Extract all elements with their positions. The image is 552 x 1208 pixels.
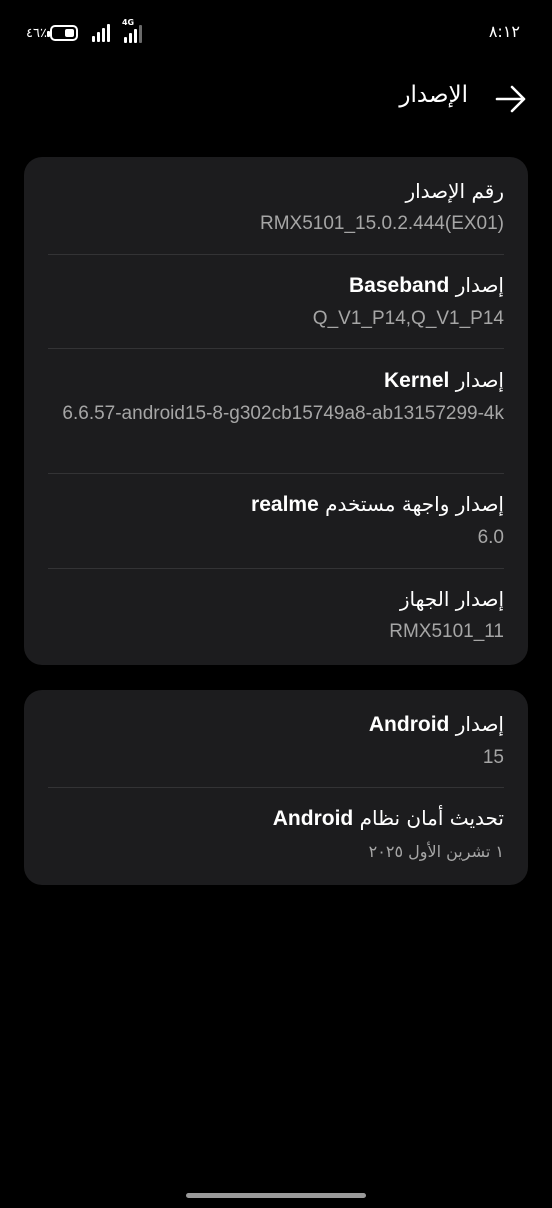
status-bar: ٤٦٪ 4G ٨:١٢ (0, 0, 552, 68)
battery-percent: ٤٦٪ (26, 25, 47, 41)
row-title: إصدار Android (368, 712, 504, 736)
hardware-version-row[interactable]: إصدار الجهاز RMX5101_11 (48, 585, 504, 647)
mobile-data-icon: 4G (122, 18, 142, 43)
network-type-label: 4G (121, 18, 135, 27)
row-title: إصدار Kernel (384, 368, 504, 392)
android-version-value: 15 (482, 747, 504, 768)
divider (48, 473, 504, 474)
kernel-version-value: 6.6.57-android15-8-g302cb15749a8-ab13157… (62, 403, 504, 424)
signal-icon (91, 24, 110, 42)
security-update-row[interactable]: تحديث أمان نظام Android ١ تشرين الأول ٢٠… (48, 804, 504, 867)
kernel-version-row[interactable]: إصدار Kernel 6.6.57-android15-8-g302cb15… (48, 366, 504, 429)
ui-version-value: 6.0 (477, 527, 504, 548)
row-title: إصدار واجهة مستخدم realme (251, 492, 504, 516)
home-indicator[interactable] (186, 1193, 366, 1198)
hardware-version-value: RMX5101_11 (389, 621, 504, 642)
build-number-row[interactable]: رقم الإصدار RMX5101_15.0.2.444(EX01) (48, 177, 504, 239)
ui-version-row[interactable]: إصدار واجهة مستخدم realme 6.0 (48, 490, 504, 553)
page-title: الإصدار (399, 82, 468, 108)
row-title: تحديث أمان نظام Android (272, 806, 504, 830)
arrow-right-icon (495, 85, 526, 113)
status-icons: ٤٦٪ 4G (26, 18, 142, 44)
page-header: الإصدار (0, 78, 552, 122)
baseband-version-value: Q_V1_P14,Q_V1_P14 (312, 308, 504, 329)
build-number-value: RMX5101_15.0.2.444(EX01) (260, 213, 504, 234)
row-title: إصدار Baseband (349, 273, 504, 297)
divider (48, 568, 504, 569)
build-info-card: رقم الإصدار RMX5101_15.0.2.444(EX01) إصد… (24, 157, 528, 665)
divider (48, 787, 504, 788)
security-update-value: ١ تشرين الأول ٢٠٢٥ (368, 842, 504, 861)
baseband-version-row[interactable]: إصدار Baseband Q_V1_P14,Q_V1_P14 (48, 271, 504, 334)
android-info-card: إصدار Android 15 تحديث أمان نظام Android… (24, 690, 528, 885)
back-button[interactable] (494, 84, 528, 114)
row-title: رقم الإصدار (405, 179, 504, 203)
divider (48, 254, 504, 255)
divider (48, 348, 504, 349)
battery-icon (46, 25, 78, 41)
status-time: ٨:١٢ (488, 22, 520, 41)
row-title: إصدار الجهاز (399, 587, 504, 611)
android-version-row[interactable]: إصدار Android 15 (48, 710, 504, 773)
